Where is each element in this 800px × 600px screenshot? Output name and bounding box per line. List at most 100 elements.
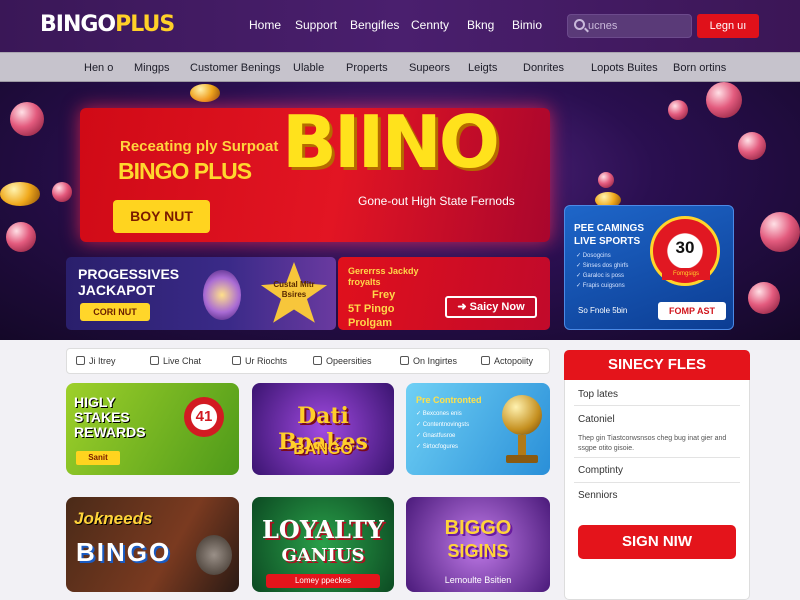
card-list-item: ✓ Contentnovingsts <box>416 422 470 428</box>
quick-link-label: Opeersities <box>326 356 372 366</box>
game-card-daily[interactable]: Dati Bpakes BANGO <box>252 383 394 475</box>
subnav-item[interactable]: Lopots Buites <box>591 62 658 74</box>
trophy-stem-icon <box>518 435 526 455</box>
logo[interactable]: BINGOPLUS <box>40 12 175 37</box>
search-icon <box>574 19 585 30</box>
coin-icon <box>0 182 40 206</box>
card-button[interactable]: Lomey ppeckes <box>266 574 380 588</box>
bingo-ball-icon <box>598 172 614 188</box>
bingo-ball-icon <box>668 100 688 120</box>
card-subtitle: SIGINS <box>447 541 509 561</box>
card-title: Pre Contronted <box>416 395 482 405</box>
card-subtitle: BINGO <box>76 537 172 567</box>
side-promo-item: ✓ Garaloc is poss <box>576 273 625 279</box>
quick-link[interactable]: Ur Riochts <box>232 356 287 366</box>
jackpot-button[interactable]: CORI NUT <box>80 303 150 321</box>
card-list-text: Contentnovingsts <box>422 422 470 428</box>
program-promo-text: Gererrss Jackdy froyalts Frey 5T Pingo P… <box>348 266 448 330</box>
wheel-label: Fomgsigs <box>662 268 710 280</box>
sidebar-header: SINECY FLES <box>564 350 750 380</box>
quick-link[interactable]: Live Chat <box>150 356 201 366</box>
sidebar-description: Thep gin Tiastcorwsnsos cheg bug inat gi… <box>578 435 727 452</box>
subnav-item[interactable]: Properts <box>346 62 388 74</box>
game-card-pre-contented[interactable]: Pre Contronted ✓ Bexcones enis ✓ Content… <box>406 383 550 475</box>
subnav-item[interactable]: Hen o <box>84 62 113 74</box>
side-title-line: LIVE SPORTS <box>574 236 641 247</box>
bingo-ball-icon <box>738 132 766 160</box>
subnav-item[interactable]: Born ortins <box>673 62 726 74</box>
card-subtitle: GANIUS <box>281 545 365 566</box>
sidebar-item[interactable]: Senniors <box>578 490 617 501</box>
side-promo-title: PEE CAMINGS LIVE SPORTS <box>574 222 644 248</box>
nav-bimio[interactable]: Bimio <box>512 18 542 32</box>
hero-tagline: Gone-out High State Fernods <box>358 194 515 208</box>
coin-icon <box>190 84 220 102</box>
buy-now-button[interactable]: BOY NUT <box>113 200 210 233</box>
login-button[interactable]: Legn uı <box>697 14 759 38</box>
quick-link-label: Live Chat <box>163 356 202 366</box>
divider <box>574 405 740 406</box>
card-button[interactable]: Sanit <box>76 451 120 465</box>
logo-text-b: PLUS <box>115 12 175 37</box>
subnav-item[interactable]: Supeors <box>409 62 450 74</box>
game-card-biggo[interactable]: BIGGO SIGINS Lemoulte Bsitien <box>406 497 550 592</box>
side-title-line: PEE CAMINGS <box>574 223 645 234</box>
card-title: LOYALTY <box>262 515 384 544</box>
hero-subtitle: Receating ply Surpoat <box>120 138 279 155</box>
activity-icon <box>481 356 490 365</box>
quick-link[interactable]: Actopoiity <box>481 356 533 366</box>
sidebar-item[interactable]: Comptinty <box>578 465 623 476</box>
quick-link[interactable]: On Ingirtes <box>400 356 457 366</box>
rights-icon <box>232 356 241 365</box>
hero-headline: BIINO <box>282 100 500 184</box>
side-promo-item: ✓ Dosogcins <box>576 253 611 259</box>
nav-support[interactable]: Support <box>295 18 337 32</box>
game-card-loyalty[interactable]: LOYALTY GANIUS Lomey ppeckes <box>252 497 394 592</box>
divider <box>574 457 740 458</box>
side-item-text: Frapis cuigsons <box>582 283 625 289</box>
trophy-base-icon <box>506 455 538 463</box>
game-card-high-stakes[interactable]: HIGLY STAKES REWARDS 41 Sanit <box>66 383 239 475</box>
subnav-item[interactable]: Customer Benings <box>190 62 281 74</box>
subnav-item[interactable]: Leigts <box>468 62 497 74</box>
quick-link-label: Actopoiity <box>494 356 534 366</box>
quick-link[interactable]: Ji Itrey <box>76 356 116 366</box>
save-now-label: Saicy Now <box>469 301 525 313</box>
card-list-item: ✓ Bexcones enis <box>416 411 462 417</box>
quick-link-label: Ur Riochts <box>245 356 288 366</box>
sidebar-item[interactable]: Catoniel <box>578 414 615 425</box>
info-icon <box>400 356 409 365</box>
card-footer: Lemoulte Bsitien <box>444 575 512 585</box>
card-list-text: Bexcones enis <box>422 411 462 417</box>
card-list-item: ✓ Sirtocfogures <box>416 444 459 450</box>
sign-up-button[interactable]: SIGN NIW <box>578 525 736 559</box>
subnav-item[interactable]: Donrites <box>523 62 564 74</box>
game-card-bingo[interactable]: Jokneeds BINGO <box>66 497 239 592</box>
side-promo-button[interactable]: FOMP AST <box>658 302 726 320</box>
search-box[interactable] <box>567 14 692 38</box>
jackpot-title-line: JACKAPOT <box>78 282 156 298</box>
nav-home[interactable]: Home <box>249 18 281 32</box>
save-now-button[interactable]: ➜ Saicy Now <box>445 296 537 318</box>
promo-line: Gererrss Jackdy froyalts <box>348 266 419 287</box>
card-list: ✓ Bexcones enis ✓ Contentnovingsts ✓ Gna… <box>416 409 469 453</box>
subnav-item[interactable]: Mingps <box>134 62 169 74</box>
bingo-ball-icon: 41 <box>184 397 224 437</box>
star-badge-text: Custal Mitr Bsires <box>273 280 315 299</box>
card-list-text: Sirtocfogures <box>422 444 459 450</box>
bingo-ball-icon <box>760 212 800 252</box>
side-promo-footer: So Fnole 5bin <box>578 306 628 315</box>
jackpot-title: PROGESSIVES JACKAPOT <box>78 266 179 298</box>
subnav-item[interactable]: Ulable <box>293 62 324 74</box>
sidebar-item[interactable]: Top lates <box>578 389 618 400</box>
logo-text-a: BINGO <box>40 12 116 37</box>
nav-bingo[interactable]: Bkng <box>467 18 494 32</box>
nav-community[interactable]: Cennty <box>411 18 449 32</box>
side-promo-item: ✓ Frapis cuigsons <box>576 283 625 289</box>
promo-line: Frey <box>372 289 396 301</box>
quick-link-label: Ji Itrey <box>89 356 116 366</box>
quick-links-bar <box>66 348 550 374</box>
quick-link[interactable]: Opeersities <box>313 356 372 366</box>
search-input[interactable] <box>588 18 688 34</box>
nav-benefits[interactable]: Bengifies <box>350 18 399 32</box>
